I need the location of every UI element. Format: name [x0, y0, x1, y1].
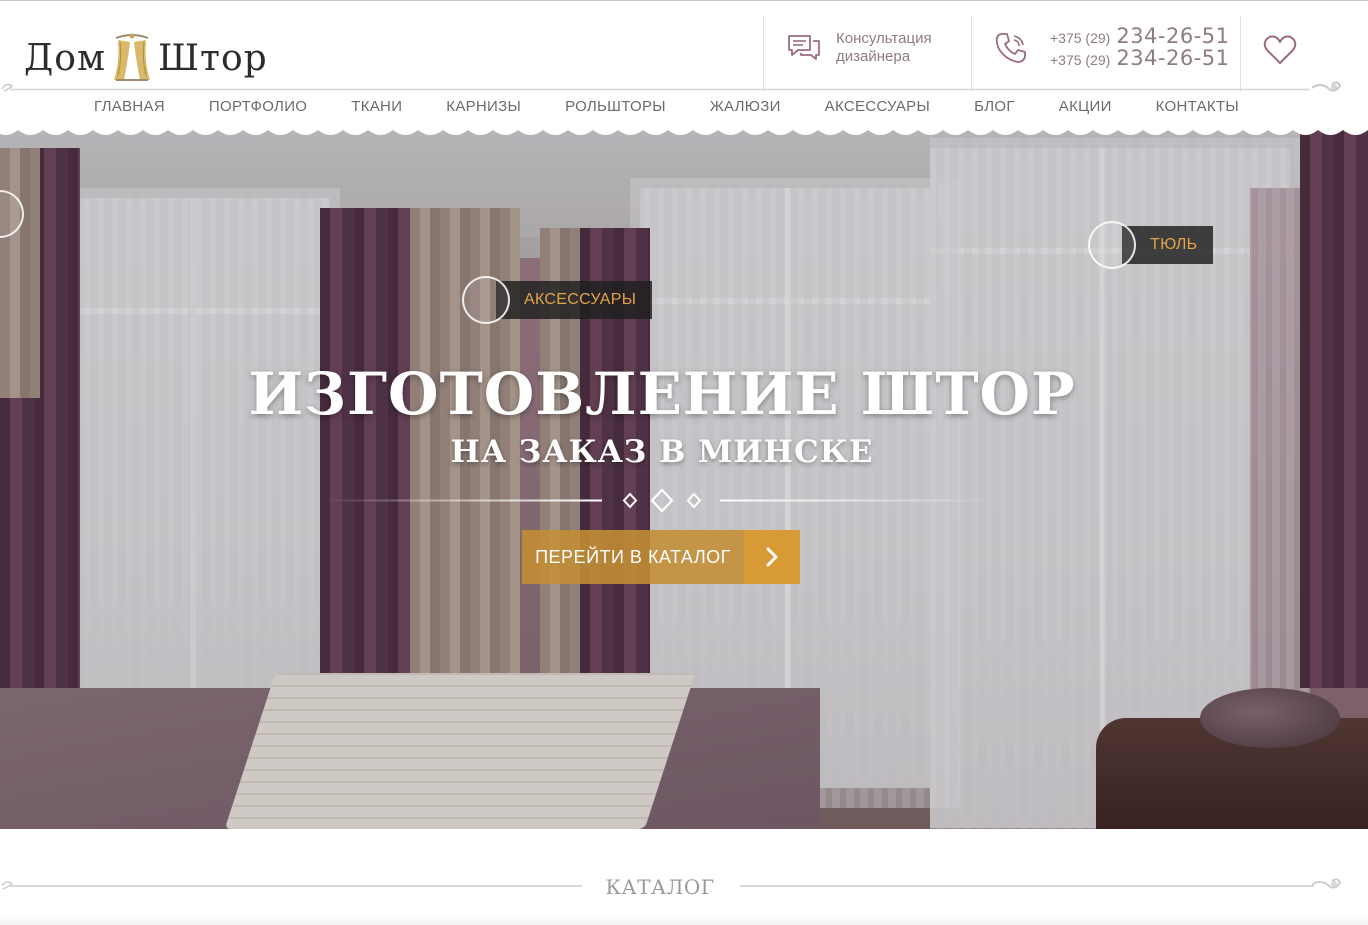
logo-curtain-icon: [113, 33, 150, 81]
main-nav: ГЛАВНАЯ ПОРТФОЛИО ТКАНИ КАРНИЗЫ РОЛЬШТОР…: [0, 92, 1368, 126]
nav-item-home[interactable]: ГЛАВНАЯ: [94, 98, 165, 115]
phone-block: +375 (29) 234-26-51 +375 (29) 234-26-51: [994, 26, 1230, 70]
consult-line2: дизайнера: [836, 48, 911, 65]
chat-icon: [788, 35, 820, 60]
hero-banner: АКСЕССУАРЫ ТЮЛЬ ИЗГОТОВЛЕНИЕ ШТОР НА ЗАК…: [0, 128, 1368, 829]
nav-item-promotions[interactable]: АКЦИИ: [1059, 98, 1112, 115]
chevron-right-icon: [766, 547, 778, 567]
logo-word-right: Штор: [157, 37, 268, 79]
hero-subtitle: НА ЗАКАЗ В МИНСКЕ: [450, 434, 874, 470]
logo[interactable]: Дом Штор: [24, 28, 268, 88]
hotspot-ring: [462, 276, 510, 324]
diamond-ornament-icon: [322, 488, 1002, 513]
nav-item-contacts[interactable]: КОНТАКТЫ: [1156, 98, 1239, 115]
header-divider: [971, 16, 972, 92]
catalog-divider-right: [740, 885, 1314, 887]
scallop-border: [0, 122, 1368, 135]
phone-number: 234-26-51: [1116, 24, 1230, 48]
nav-item-accessories[interactable]: АКСЕССУАРЫ: [825, 98, 930, 115]
catalog-section: КАТАЛОГ: [0, 829, 1368, 925]
swirl-ornament-icon: [1311, 878, 1342, 889]
swirl-ornament-icon: [1, 881, 14, 890]
hero-title: ИЗГОТОВЛЕНИЕ ШТОР: [248, 360, 1076, 428]
logo-word-left: Дом: [24, 37, 106, 79]
phone-icon: [995, 33, 1026, 63]
hotspot-left[interactable]: [0, 190, 24, 238]
phone-row-1[interactable]: +375 (29) 234-26-51: [1050, 26, 1230, 48]
heart-icon: [1263, 35, 1297, 64]
cta-label: ПЕРЕЙТИ В КАТАЛОГ: [522, 530, 744, 584]
header-divider: [1240, 16, 1241, 92]
header-divider: [763, 16, 764, 92]
catalog-shadow: [0, 915, 1368, 925]
hotspot-ring: [0, 190, 24, 238]
hotspot-tulle[interactable]: ТЮЛЬ: [1088, 221, 1214, 269]
favorites-button[interactable]: [1262, 34, 1298, 71]
phone-code: +375 (29): [1050, 52, 1111, 68]
nav-item-fabrics[interactable]: ТКАНИ: [351, 98, 402, 115]
hotspot-accessories[interactable]: АКСЕССУАРЫ: [462, 276, 653, 324]
designer-consultation-link[interactable]: Консультация дизайнера: [786, 30, 932, 66]
nav-item-portfolio[interactable]: ПОРТФОЛИО: [209, 98, 307, 115]
phone-number: 234-26-51: [1116, 46, 1230, 70]
site-header: Дом Штор Консультация дизайнера +375 (29…: [0, 6, 1368, 92]
consult-line1: Консультация: [836, 30, 932, 47]
hotspot-ring: [1088, 221, 1136, 269]
phone-code: +375 (29): [1050, 30, 1111, 46]
hotspot-label: АКСЕССУАРЫ: [496, 281, 653, 319]
go-to-catalog-button[interactable]: ПЕРЕЙТИ В КАТАЛОГ: [522, 530, 800, 584]
phone-row-2[interactable]: +375 (29) 234-26-51: [1050, 48, 1230, 70]
nav-item-cornices[interactable]: КАРНИЗЫ: [446, 98, 521, 115]
catalog-divider-left: [10, 885, 582, 887]
nav-item-blinds[interactable]: ЖАЛЮЗИ: [710, 98, 781, 115]
cta-arrow: [744, 530, 800, 584]
catalog-title: КАТАЛОГ: [605, 875, 715, 899]
nav-top-line: [10, 88, 1310, 91]
nav-item-roller-blinds[interactable]: РОЛЬШТОРЫ: [565, 98, 666, 115]
nav-item-blog[interactable]: БЛОГ: [974, 98, 1015, 115]
